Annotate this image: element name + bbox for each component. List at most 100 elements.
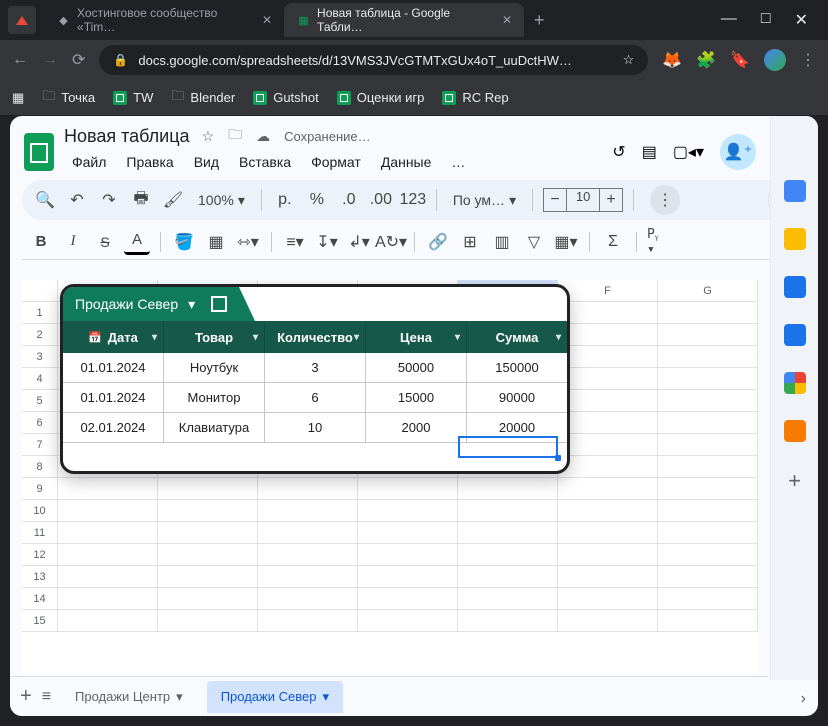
cell[interactable] <box>58 544 158 566</box>
cell[interactable] <box>158 566 258 588</box>
cell[interactable] <box>358 500 458 522</box>
maximize-icon[interactable]: □ <box>761 10 771 30</box>
move-folder-icon[interactable]: 🗀 <box>228 124 242 148</box>
table-header-product[interactable]: Товар▾ <box>164 321 265 353</box>
all-sheets-icon[interactable]: ≡ <box>42 688 51 706</box>
print-icon[interactable]: 🖶 <box>128 187 154 213</box>
row-number[interactable]: 3 <box>22 346 58 368</box>
active-cell-handle[interactable] <box>555 455 561 461</box>
cell[interactable] <box>658 610 758 632</box>
cell[interactable] <box>658 544 758 566</box>
reload-icon[interactable]: ⟳ <box>72 50 85 70</box>
cell[interactable] <box>558 346 658 368</box>
menu-more[interactable]: … <box>443 150 473 174</box>
chevron-down-icon[interactable]: ▾ <box>322 689 329 705</box>
table-cell[interactable]: 01.01.2024 <box>63 353 164 383</box>
column-header[interactable]: F <box>558 280 658 301</box>
cell[interactable] <box>58 478 158 500</box>
row-number[interactable]: 14 <box>22 588 58 610</box>
tasks-icon[interactable] <box>784 276 806 298</box>
menu-edit[interactable]: Правка <box>118 150 181 174</box>
maps-icon[interactable] <box>784 372 806 394</box>
percent-format-icon[interactable]: % <box>304 187 330 213</box>
cell[interactable] <box>58 566 158 588</box>
table-cell[interactable]: 150000 <box>467 353 567 383</box>
redo-icon[interactable]: ↷ <box>96 187 122 213</box>
italic-icon[interactable]: I <box>60 229 86 255</box>
chevron-down-icon[interactable]: ▾ <box>455 332 460 343</box>
insert-comment-icon[interactable]: ⊞ <box>457 229 483 255</box>
contacts-icon[interactable] <box>784 324 806 346</box>
cell[interactable] <box>458 610 558 632</box>
cell[interactable] <box>558 412 658 434</box>
cell[interactable] <box>558 324 658 346</box>
apps-icon[interactable]: ▦ <box>12 90 24 106</box>
cell[interactable] <box>658 500 758 522</box>
strikethrough-icon[interactable]: S <box>92 229 118 255</box>
menu-view[interactable]: Вид <box>186 150 227 174</box>
star-icon[interactable]: ☆ <box>623 52 635 68</box>
row-number[interactable]: 9 <box>22 478 58 500</box>
calendar-icon[interactable] <box>784 180 806 202</box>
cell[interactable] <box>558 566 658 588</box>
table-header-sum[interactable]: Сумма▾ <box>467 321 567 353</box>
text-color-icon[interactable]: A <box>124 229 150 255</box>
extensions-icon[interactable]: 🧩 <box>696 50 716 70</box>
table-cell[interactable]: 20000 <box>467 413 567 443</box>
functions-icon[interactable]: Σ <box>600 229 626 255</box>
cell[interactable] <box>158 500 258 522</box>
row-number[interactable]: 6 <box>22 412 58 434</box>
search-menus-icon[interactable]: 🔍 <box>32 187 58 213</box>
cloud-status-icon[interactable]: ☁ <box>256 128 270 145</box>
cell[interactable] <box>558 588 658 610</box>
bookmark-item[interactable]: Оценки игр <box>337 90 425 105</box>
cell[interactable] <box>58 522 158 544</box>
keep-icon[interactable] <box>784 228 806 250</box>
cell[interactable] <box>158 478 258 500</box>
table-empty-row[interactable] <box>63 443 567 471</box>
cell[interactable] <box>658 302 758 324</box>
decrease-decimal-icon[interactable]: .0 <box>336 187 362 213</box>
chevron-down-icon[interactable]: ▾ <box>188 296 195 313</box>
cell[interactable] <box>558 302 658 324</box>
table-header-price[interactable]: Цена▾ <box>366 321 467 353</box>
cell[interactable] <box>558 456 658 478</box>
menu-insert[interactable]: Вставка <box>231 150 299 174</box>
history-icon[interactable]: ↺ <box>612 142 625 162</box>
table-cell[interactable]: 50000 <box>366 353 467 383</box>
cell[interactable] <box>458 544 558 566</box>
cell[interactable] <box>458 522 558 544</box>
column-header[interactable]: G <box>658 280 758 301</box>
toolbar-overflow-icon[interactable]: ⋮ <box>650 185 680 215</box>
font-size-decrease[interactable]: − <box>543 188 567 212</box>
table-header-date[interactable]: 📅Дата▾ <box>63 321 164 353</box>
cell[interactable] <box>158 610 258 632</box>
table-cell[interactable]: 6 <box>265 383 366 413</box>
cell[interactable] <box>658 522 758 544</box>
table-cell[interactable]: 02.01.2024 <box>63 413 164 443</box>
cell[interactable] <box>258 544 358 566</box>
chevron-down-icon[interactable]: ▾ <box>556 332 561 343</box>
row-number[interactable]: 10 <box>22 500 58 522</box>
cell[interactable] <box>558 368 658 390</box>
paint-format-icon[interactable]: 🖌 <box>160 187 186 213</box>
cell[interactable] <box>58 588 158 610</box>
cell[interactable] <box>658 390 758 412</box>
menu-file[interactable]: Файл <box>64 150 114 174</box>
sheet-tab[interactable]: Продажи Центр ▾ <box>61 681 197 713</box>
text-wrap-icon[interactable]: ↲▾ <box>346 229 372 255</box>
font-size-increase[interactable]: + <box>599 188 623 212</box>
zoom-dropdown[interactable]: 100% ▾ <box>192 192 251 209</box>
cell[interactable] <box>358 610 458 632</box>
add-sheet-button[interactable]: + <box>20 685 32 708</box>
cell[interactable] <box>58 500 158 522</box>
vertical-align-icon[interactable]: ↧▾ <box>314 229 340 255</box>
cell[interactable] <box>258 610 358 632</box>
row-number[interactable]: 15 <box>22 610 58 632</box>
cell[interactable] <box>358 588 458 610</box>
table-cell[interactable]: Монитор <box>164 383 265 413</box>
back-icon[interactable]: ← <box>12 51 28 69</box>
cell[interactable] <box>358 522 458 544</box>
cell[interactable] <box>658 412 758 434</box>
forward-icon[interactable]: → <box>42 51 58 69</box>
